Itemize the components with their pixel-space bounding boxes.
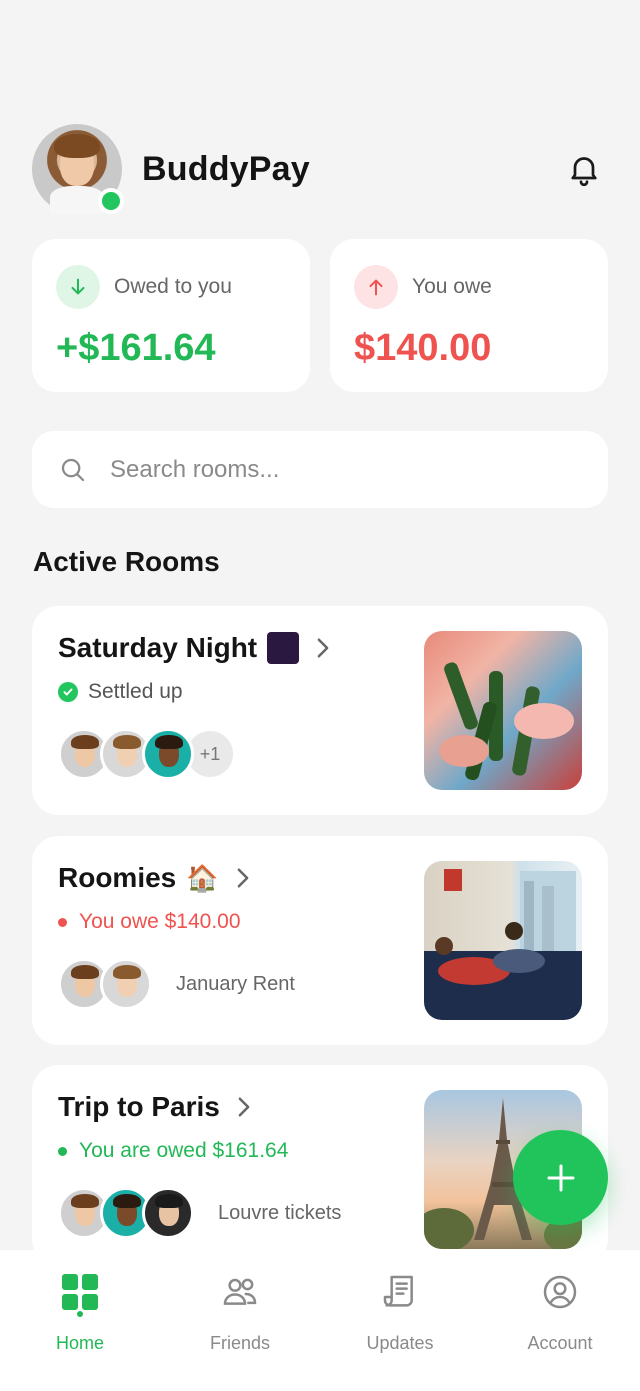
arrow-up-icon [354,265,398,309]
tab-label: Friends [209,1333,271,1353]
status-dot [58,917,67,927]
receipt-icon [383,1275,413,1307]
section-title: Active Rooms [33,546,220,577]
room-status: You are owed $161.64 [79,1139,289,1162]
member-avatars: Louvre tickets [58,1187,341,1239]
you-owe-card[interactable]: You owe $140.00 [330,239,608,392]
online-status-dot [98,188,124,214]
you-owe-amount: $140.00 [354,327,492,369]
bell-icon[interactable] [566,151,602,187]
room-status: You owe $140.00 [79,910,241,933]
avatar [142,1187,194,1239]
fireworks-icon: 🎆 [267,632,300,664]
room-status: Settled up [88,680,183,703]
chevron-right-icon [317,638,329,658]
status-dot [58,1146,67,1156]
owed-to-you-amount: +$161.64 [56,327,216,369]
user-circle-icon [543,1275,577,1309]
tab-updates[interactable]: Updates [320,1250,480,1391]
last-expense-label: January Rent [176,972,295,995]
member-avatars: +1 [58,728,236,780]
owed-to-you-card[interactable]: Owed to you +$161.64 [32,239,310,392]
tab-home[interactable]: Home [0,1250,160,1391]
member-avatars: January Rent [58,958,295,1010]
room-card-saturday-night[interactable]: Saturday Night 🎆 Settled up +1 [32,606,608,815]
grid-icon [62,1274,98,1310]
app-title: BuddyPay [142,149,310,188]
bottom-tab-bar: Home Friends Updates Account [0,1250,640,1391]
chevron-right-icon [237,868,248,888]
avatar [100,958,152,1010]
profile-avatar[interactable] [32,124,124,214]
plus-icon [547,1164,574,1191]
balance-cards: Owed to you +$161.64 You owe $140.00 [32,239,608,392]
check-circle-icon [58,682,78,702]
tab-label: Updates [366,1333,434,1353]
room-card-roomies[interactable]: Roomies 🏠 You owe $140.00 January Rent [32,836,608,1045]
add-room-button[interactable] [513,1130,608,1225]
tab-account[interactable]: Account [480,1250,640,1391]
beer-toast-photo [424,631,582,790]
chevron-right-icon [238,1097,250,1117]
tab-label: Account [527,1333,593,1353]
tab-friends[interactable]: Friends [160,1250,320,1391]
last-expense-label: Louvre tickets [218,1201,342,1224]
arrow-down-icon [56,265,100,309]
house-icon: 🏠 [186,862,219,893]
search-icon [61,458,85,481]
room-title: Trip to Paris [58,1091,220,1122]
search-bar[interactable]: Search rooms... [32,431,608,508]
room-title: Saturday Night [58,632,258,663]
header: BuddyPay [32,124,608,214]
apartment-photo [424,861,582,1020]
owed-to-you-label: Owed to you [114,275,232,298]
avatar [142,728,194,780]
active-tab-indicator [77,1311,83,1317]
people-icon [223,1278,257,1305]
room-title: Roomies [58,862,177,893]
search-input[interactable]: Search rooms... [110,456,279,484]
tab-label: Home [55,1333,104,1353]
you-owe-label: You owe [412,275,492,298]
